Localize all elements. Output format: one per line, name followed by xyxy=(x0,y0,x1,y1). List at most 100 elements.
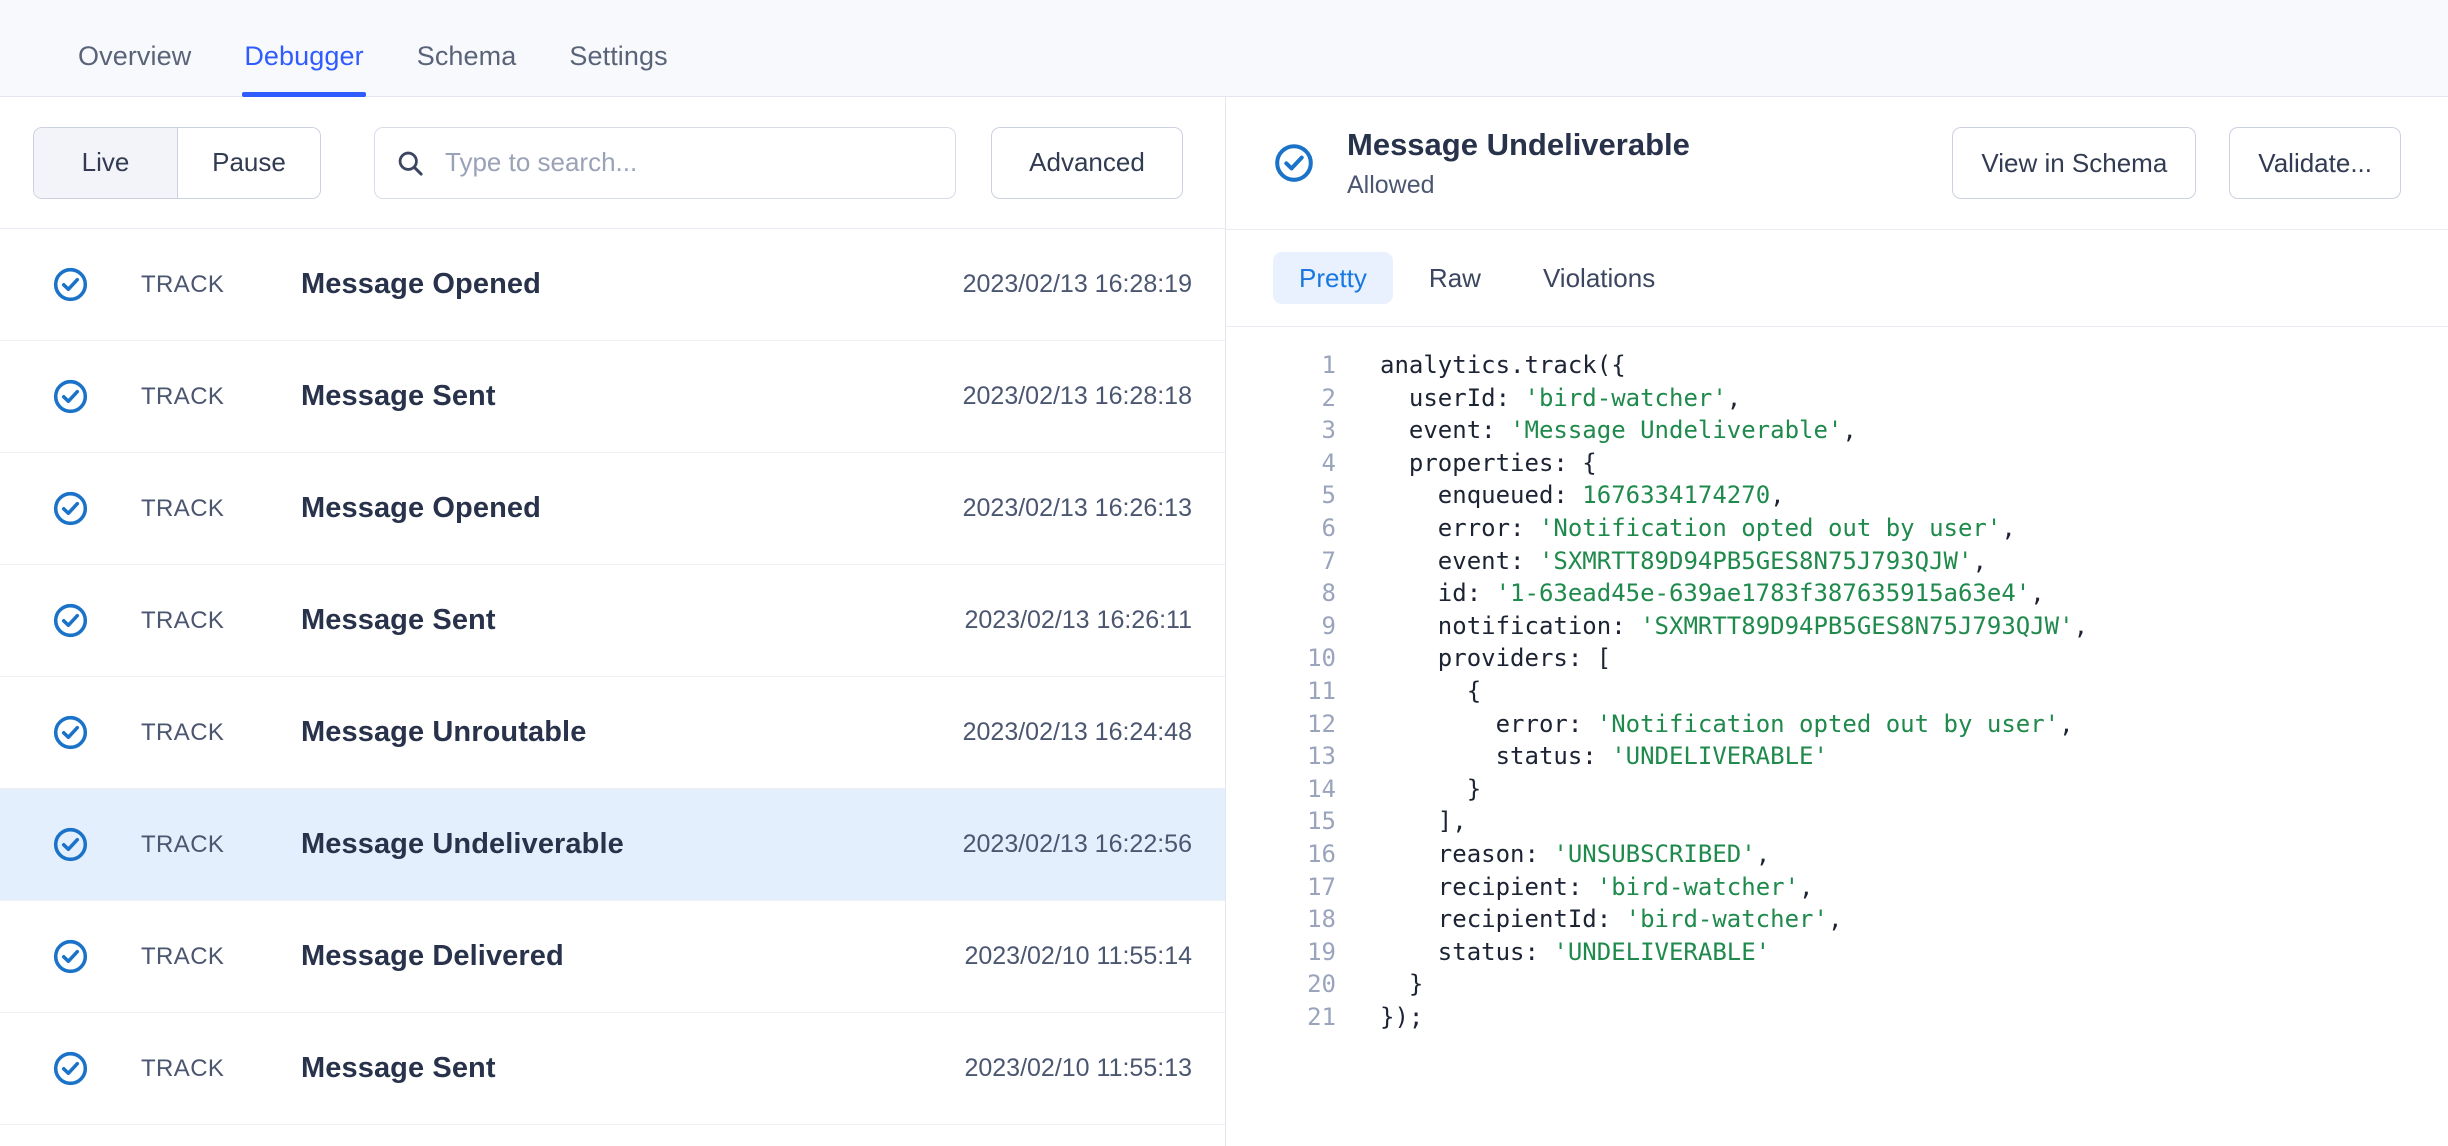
event-row[interactable]: TRACK Message Opened 2023/02/13 16:26:13 xyxy=(0,453,1225,565)
code-line: 3 event: 'Message Undeliverable', xyxy=(1226,414,2448,447)
event-type: TRACK xyxy=(141,718,225,746)
code-token-plain: providers: [ xyxy=(1380,644,1612,673)
code-line-text: reason: 'UNSUBSCRIBED', xyxy=(1336,838,2448,871)
code-line-text: providers: [ xyxy=(1336,642,2448,675)
code-line: 12 error: 'Notification opted out by use… xyxy=(1226,708,2448,741)
event-detail-title: Message Undeliverable xyxy=(1347,127,1690,163)
code-line: 17 recipient: 'bird-watcher', xyxy=(1226,871,2448,904)
event-type: TRACK xyxy=(141,942,225,970)
tab-schema[interactable]: Schema xyxy=(417,43,517,96)
check-circle-icon xyxy=(53,715,88,750)
advanced-button[interactable]: Advanced xyxy=(991,126,1183,199)
view-in-schema-button[interactable]: View in Schema xyxy=(1952,127,2197,199)
detail-tab-raw[interactable]: Raw xyxy=(1403,252,1507,304)
code-line-number: 8 xyxy=(1321,579,1336,608)
code-line-number: 18 xyxy=(1307,905,1336,934)
event-row[interactable]: TRACK Message Sent 2023/02/10 11:55:13 xyxy=(0,1013,1225,1125)
event-name: Message Delivered xyxy=(301,940,564,972)
event-type: TRACK xyxy=(141,382,225,410)
event-row[interactable]: TRACK Message Sent 2023/02/13 16:26:11 xyxy=(0,565,1225,677)
code-token-plain: } xyxy=(1380,774,1482,803)
code-line-text: id: '1-63ead45e-639ae1783f387635915a63e4… xyxy=(1336,577,2448,610)
code-token-plain: error: xyxy=(1380,709,1597,738)
event-stream-panel: Live Pause Advanced TRACK Message Opened 2… xyxy=(0,97,1226,1146)
code-token-plain: reason: xyxy=(1380,839,1554,868)
search-input[interactable] xyxy=(374,126,956,199)
code-line-text: ], xyxy=(1336,805,2448,838)
code-token-plain: { xyxy=(1380,676,1482,705)
code-token-plain: recipient: xyxy=(1380,872,1597,901)
code-token-str: 'UNSUBSCRIBED' xyxy=(1553,839,1756,868)
event-timestamp: 2023/02/13 16:22:56 xyxy=(962,830,1192,858)
detail-tab-violations[interactable]: Violations xyxy=(1517,252,1681,304)
event-row[interactable]: TRACK Message Undeliverable 2023/02/13 16:… xyxy=(0,789,1225,901)
debugger-app: Overview Debugger Schema Settings Live Paus… xyxy=(0,0,2448,1146)
code-token-str: 'Notification opted out by user' xyxy=(1538,513,2002,542)
event-timestamp: 2023/02/13 16:26:13 xyxy=(962,494,1192,522)
event-timestamp: 2023/02/13 16:24:48 xyxy=(962,718,1192,746)
event-detail-titles: Message Undeliverable Allowed xyxy=(1347,126,1690,200)
code-line-text: event: 'Message Undeliverable', xyxy=(1336,414,2448,447)
event-name: Message Opened xyxy=(301,268,541,300)
code-line-number: 3 xyxy=(1321,416,1336,445)
code-token-str: 'UNDELIVERABLE' xyxy=(1553,937,1771,966)
event-timestamp: 2023/02/13 16:26:11 xyxy=(964,606,1192,634)
pause-button[interactable]: Pause xyxy=(177,127,320,198)
code-line: 15 ], xyxy=(1226,805,2448,838)
check-circle-icon xyxy=(53,939,88,974)
code-token-plain: enqueued: xyxy=(1380,481,1583,510)
detail-tab-pretty[interactable]: Pretty xyxy=(1273,252,1393,304)
live-button[interactable]: Live xyxy=(34,127,177,198)
top-navigation: Overview Debugger Schema Settings xyxy=(0,0,2448,97)
event-row[interactable]: TRACK Message Unroutable 2023/02/13 16:24:… xyxy=(0,677,1225,789)
tab-overview[interactable]: Overview xyxy=(78,43,191,96)
code-line: 18 recipientId: 'bird-watcher', xyxy=(1226,903,2448,936)
code-token-plain: id: xyxy=(1380,579,1496,608)
code-token-plain: status: xyxy=(1380,742,1612,771)
event-row[interactable]: TRACK Message Delivered 2023/02/10 11:55:1… xyxy=(0,901,1225,1013)
code-line: 5 enqueued: 1676334174270, xyxy=(1226,479,2448,512)
code-token-str: 'bird-watcher' xyxy=(1524,383,1727,412)
event-detail-panel: Message Undeliverable Allowed View in Sc… xyxy=(1226,97,2448,1146)
code-line-text: recipient: 'bird-watcher', xyxy=(1336,871,2448,904)
code-token-str: '1-63ead45e-639ae1783f387635915a63e4' xyxy=(1495,579,2031,608)
code-line-number: 4 xyxy=(1321,448,1336,477)
validate-button[interactable]: Validate... xyxy=(2229,127,2401,199)
code-line-text: { xyxy=(1336,675,2448,708)
code-token-plain: , xyxy=(1755,839,1771,868)
code-line: 9 notification: 'SXMRTT89D94PB5GES8N75J7… xyxy=(1226,610,2448,643)
code-line-number: 7 xyxy=(1321,546,1336,575)
check-circle-icon xyxy=(53,827,88,862)
event-timestamp: 2023/02/13 16:28:18 xyxy=(962,382,1192,410)
code-token-plain: recipientId: xyxy=(1380,905,1626,934)
event-row[interactable]: TRACK Message Opened 2023/02/13 16:28:19 xyxy=(0,229,1225,341)
code-token-plain: error: xyxy=(1380,513,1539,542)
code-line: 14 } xyxy=(1226,773,2448,806)
tab-debugger[interactable]: Debugger xyxy=(242,43,367,97)
code-token-plain: ], xyxy=(1380,807,1467,836)
code-token-str: 'SXMRTT89D94PB5GES8N75J793QJW' xyxy=(1538,546,1973,575)
code-line: 4 properties: { xyxy=(1226,447,2448,480)
check-circle-icon xyxy=(53,1051,88,1086)
event-row[interactable]: TRACK Message Sent 2023/02/13 16:28:18 xyxy=(0,341,1225,453)
tab-settings[interactable]: Settings xyxy=(569,43,667,96)
code-line: 21}); xyxy=(1226,1001,2448,1034)
stream-mode-toggle[interactable]: Live Pause xyxy=(33,126,321,199)
code-token-plain: analytics.track({ xyxy=(1380,351,1626,379)
event-name: Message Opened xyxy=(301,492,541,524)
check-circle-icon xyxy=(1275,144,1313,182)
code-token-str: 'bird-watcher' xyxy=(1596,872,1800,901)
code-line: 7 event: 'SXMRTT89D94PB5GES8N75J793QJW', xyxy=(1226,545,2448,578)
code-token-plain: userId: xyxy=(1380,383,1525,412)
code-token-plain: event: xyxy=(1380,416,1511,445)
check-circle-icon xyxy=(53,491,88,526)
code-token-plain: , xyxy=(1770,481,1785,510)
code-line-text: analytics.track({ xyxy=(1336,349,2448,382)
event-name: Message Sent xyxy=(301,380,496,412)
code-line-text: notification: 'SXMRTT89D94PB5GES8N75J793… xyxy=(1336,610,2448,643)
code-line-number: 2 xyxy=(1321,383,1336,412)
top-nav-tablist: Overview Debugger Schema Settings xyxy=(78,0,721,97)
code-token-str: 'UNDELIVERABLE' xyxy=(1611,742,1828,771)
event-list[interactable]: TRACK Message Opened 2023/02/13 16:28:19 TR… xyxy=(0,229,1225,1146)
code-line-number: 15 xyxy=(1307,807,1336,836)
